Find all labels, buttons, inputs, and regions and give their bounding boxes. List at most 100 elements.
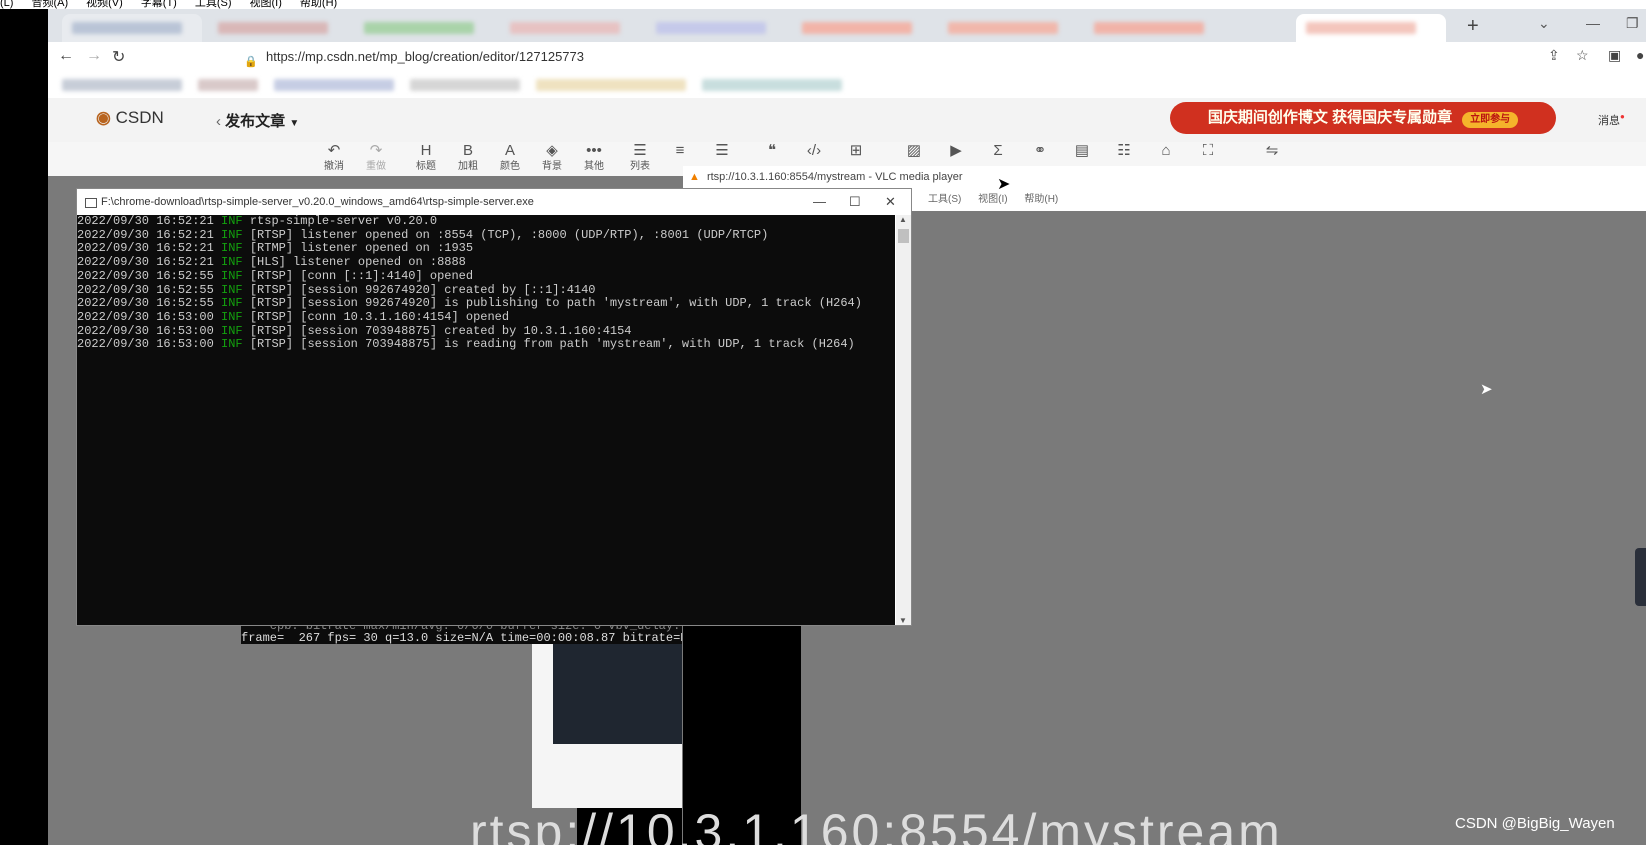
color-button[interactable]: A 颜色 <box>492 142 528 174</box>
log-timestamp: 2022/09/30 16:52:21 <box>77 255 214 270</box>
browser-tab[interactable] <box>938 14 1078 42</box>
side-floating-tab[interactable] <box>1635 548 1646 606</box>
vote-button[interactable]: ⌂ <box>1148 142 1184 160</box>
minimize-icon[interactable]: — <box>813 189 826 215</box>
scroll-thumb[interactable] <box>898 229 909 243</box>
redo-button[interactable]: ↷ 重做 <box>358 142 394 174</box>
forward-icon[interactable]: → <box>86 47 102 65</box>
fullscreen-icon: ⛶ <box>1202 142 1214 159</box>
url-field[interactable]: 🔒 https://mp.csdn.net/mp_blog/creation/e… <box>144 46 1454 68</box>
vlc-menu-item[interactable]: 帮助(H) <box>1024 194 1058 205</box>
tab-search-icon[interactable]: ⌄ <box>1538 15 1550 32</box>
formula-button[interactable]: Σ <box>980 142 1016 160</box>
os-menu-item[interactable]: 工具(S) <box>195 0 232 9</box>
log-message: [RTSP] [session 992674920] created by [:… <box>249 282 596 297</box>
indent-icon: ☰ <box>715 142 729 159</box>
os-menu-item[interactable]: 视频(V) <box>86 0 123 9</box>
bold-button[interactable]: B 加粗 <box>450 142 486 174</box>
bookmark-item[interactable] <box>62 79 182 91</box>
template-button[interactable]: ▤ <box>1064 142 1100 160</box>
quote-button[interactable]: ❝ <box>754 142 790 160</box>
browser-tab[interactable] <box>646 14 786 42</box>
back-icon[interactable]: ← <box>58 47 74 65</box>
log-timestamp: 2022/09/30 16:52:21 <box>77 241 214 256</box>
indent-button[interactable]: ☰ <box>704 142 740 160</box>
cmd-title-text: F:\chrome-download\rtsp-simple-server_v0… <box>101 196 534 208</box>
share-icon[interactable]: ⇪ <box>1548 47 1560 64</box>
undo-button[interactable]: ↶ 撤消 <box>316 142 352 174</box>
fullscreen-button[interactable]: ⛶ <box>1190 142 1226 160</box>
os-menu-item[interactable]: 字幕(T) <box>141 0 177 9</box>
new-tab-button[interactable]: + <box>1467 15 1479 38</box>
browser-tab[interactable] <box>354 14 494 42</box>
bookmark-item[interactable] <box>198 79 258 91</box>
browser-tab[interactable] <box>208 14 348 42</box>
browser-tab[interactable] <box>62 14 202 42</box>
log-level: INF <box>221 215 243 228</box>
close-icon[interactable]: ✕ <box>885 189 896 215</box>
align-button[interactable]: ≡ <box>662 142 698 160</box>
log-timestamp: 2022/09/30 16:53:00 <box>77 309 214 324</box>
link-button[interactable]: ⚭ <box>1022 142 1058 160</box>
minimize-icon[interactable]: — <box>1586 15 1600 31</box>
browser-tab-active[interactable] <box>1296 14 1446 42</box>
log-level: INF <box>221 337 243 352</box>
reload-icon[interactable]: ↻ <box>112 47 125 67</box>
console-scrollbar[interactable]: ▲ ▼ <box>896 215 911 625</box>
switch-icon: ⇋ <box>1265 142 1279 159</box>
browser-tab[interactable] <box>500 14 640 42</box>
browser-tab[interactable] <box>1084 14 1224 42</box>
log-message: [HLS] listener opened on :8888 <box>249 255 466 270</box>
bookmark-item[interactable] <box>410 79 520 91</box>
os-menu-item[interactable]: 帮助(H) <box>300 0 337 9</box>
image-button[interactable]: ▨ <box>896 142 932 160</box>
log-timestamp: 2022/09/30 16:53:00 <box>77 323 214 338</box>
console-output[interactable]: 2022/09/30 16:52:21 INF rtsp-simple-serv… <box>77 215 895 625</box>
csdn-logo[interactable]: ◉ CSDN <box>96 108 164 128</box>
bookmark-item[interactable] <box>274 79 394 91</box>
messages-link[interactable]: 消息● <box>1598 112 1625 128</box>
more-button[interactable]: ••• 其他 <box>576 142 612 174</box>
toc-button[interactable]: ☷ <box>1106 142 1142 160</box>
notification-dot-icon: ● <box>1620 112 1625 121</box>
log-level: INF <box>221 268 243 283</box>
log-timestamp: 2022/09/30 16:52:55 <box>77 268 214 283</box>
scroll-up-icon[interactable]: ▲ <box>899 215 907 224</box>
scroll-down-icon[interactable]: ▼ <box>899 616 907 625</box>
list-button[interactable]: ☰ 列表 <box>622 142 658 174</box>
log-message: [RTSP] [conn 10.3.1.160:4154] opened <box>249 309 510 324</box>
side-panel-icon[interactable]: ▣ <box>1608 47 1621 64</box>
console-line: 2022/09/30 16:52:55 INF [RTSP] [session … <box>77 296 895 311</box>
table-button[interactable]: ⊞ <box>838 142 874 160</box>
bookmark-star-icon[interactable]: ☆ <box>1576 47 1589 64</box>
heading-button[interactable]: H 标题 <box>408 142 444 174</box>
national-day-banner[interactable]: 国庆期间创作博文 获得国庆专属勋章 立即参与 <box>1170 102 1556 134</box>
maximize-icon[interactable]: ☐ <box>849 189 861 215</box>
vlc-menu-item[interactable]: 工具(S) <box>928 194 961 205</box>
console-line: 2022/09/30 16:52:21 INF rtsp-simple-serv… <box>77 215 895 229</box>
log-message: [RTSP] listener opened on :8554 (TCP), :… <box>249 227 769 242</box>
switch-editor-button[interactable]: ⇋ <box>1254 142 1290 160</box>
log-timestamp: 2022/09/30 16:52:21 <box>77 215 214 228</box>
messages-label: 消息 <box>1598 115 1620 127</box>
join-now-button[interactable]: 立即参与 <box>1462 112 1519 128</box>
vlc-menu-item[interactable]: 视图(I) <box>978 194 1007 205</box>
os-menu-item[interactable]: 视图(I) <box>250 0 282 9</box>
code-button[interactable]: ‹/› <box>796 142 832 160</box>
cmd-title-bar[interactable]: F:\chrome-download\rtsp-simple-server_v0… <box>77 189 911 215</box>
os-menu-item[interactable]: (L) <box>0 0 13 9</box>
video-button[interactable]: ▶ <box>938 142 974 160</box>
csdn-header: ◉ CSDN ‹ 发布文章 ▼ 国庆期间创作博文 获得国庆专属勋章 立即参与 消息… <box>48 98 1646 142</box>
background-button[interactable]: ◈ 背景 <box>534 142 570 174</box>
browser-tab-bar: + ⌄ — ❐ <box>48 9 1646 42</box>
bookmark-item[interactable] <box>536 79 686 91</box>
browser-address-bar: ← → ↻ 🔒 https://mp.csdn.net/mp_blog/crea… <box>48 42 1646 72</box>
maximize-icon[interactable]: ❐ <box>1626 15 1639 32</box>
heading-label: 标题 <box>416 161 436 172</box>
bookmark-item[interactable] <box>702 79 842 91</box>
publish-title[interactable]: ‹ 发布文章 ▼ <box>216 110 299 131</box>
browser-tab[interactable] <box>792 14 932 42</box>
vlc-title-bar: ▲ rtsp://10.3.1.160:8554/mystream - VLC … <box>683 166 1646 189</box>
profile-icon[interactable]: ● <box>1636 47 1644 63</box>
os-menu-item[interactable]: 音频(A) <box>31 0 68 9</box>
